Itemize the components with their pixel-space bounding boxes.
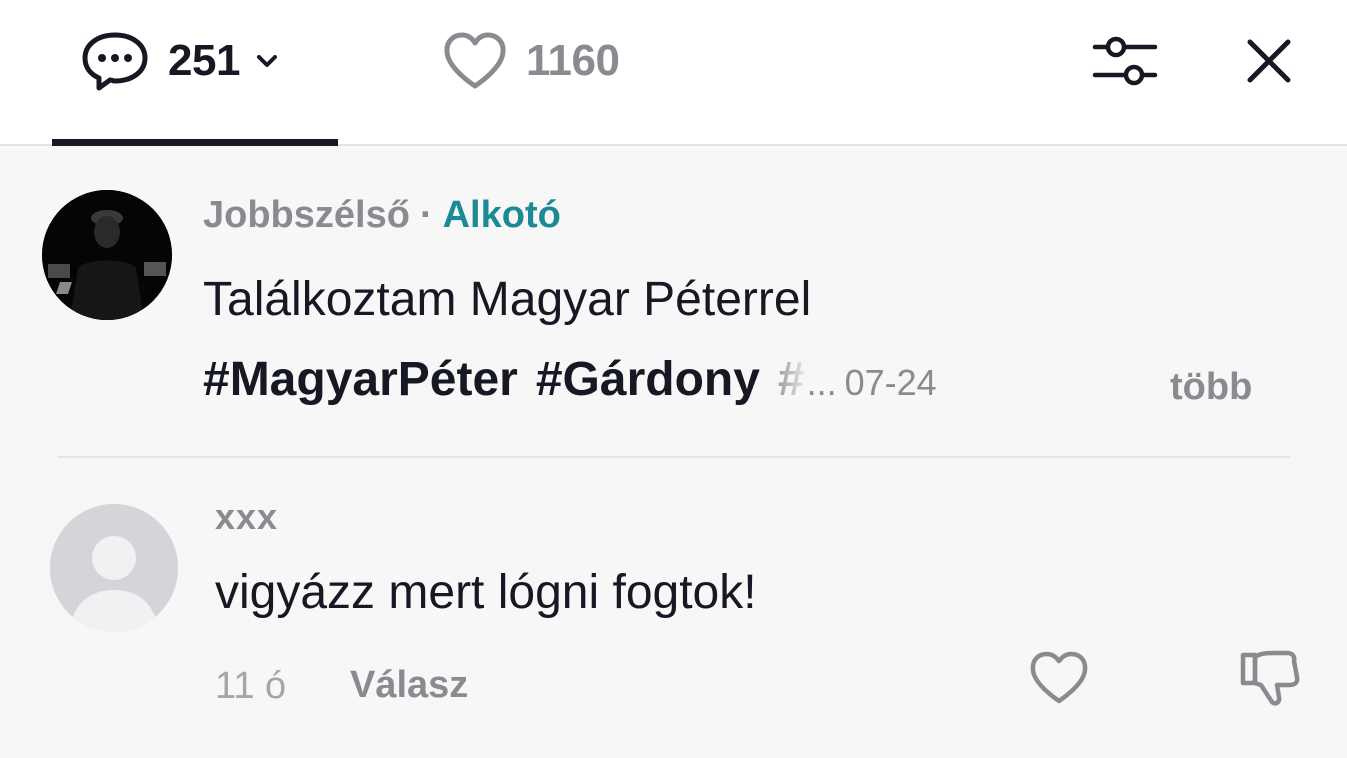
thumbs-down-icon	[1240, 650, 1300, 706]
tab-likes[interactable]: 1160	[442, 24, 620, 98]
hashtag-link[interactable]: #Gárdony	[536, 352, 760, 407]
hashtag-link[interactable]: #MagyarPéter	[203, 352, 518, 407]
author-line: Jobbszélső · Alkotó	[203, 194, 561, 237]
comments-panel: 251 1160 Jobbszélső · Alkotó Találkoztam…	[0, 0, 1347, 758]
author-name[interactable]: xxx	[215, 496, 278, 538]
heart-outline-icon	[442, 31, 508, 91]
reply-button[interactable]: Válasz	[350, 664, 468, 707]
comments-header: 251 1160	[0, 0, 1347, 146]
more-button[interactable]: több	[1170, 366, 1252, 409]
active-tab-indicator	[52, 139, 338, 146]
dislike-button[interactable]	[1234, 646, 1304, 710]
avatar[interactable]	[42, 190, 172, 320]
comment-text: Találkoztam Magyar Péterrel	[203, 273, 812, 326]
chevron-down-icon[interactable]	[256, 54, 278, 68]
separator-dot: ·	[419, 194, 433, 236]
comment-bubble-icon	[80, 30, 150, 92]
comment-date: 07-24	[844, 362, 937, 403]
avatar[interactable]	[50, 504, 178, 632]
hashtag-line: #MagyarPéter #Gárdony # ... 07-24	[203, 352, 937, 407]
default-avatar-icon	[50, 504, 178, 632]
comment-count: 251	[168, 36, 240, 85]
truncation-ellipsis: ...	[806, 362, 837, 403]
sliders-icon	[1092, 36, 1158, 86]
author-name[interactable]: Jobbszélső	[203, 194, 410, 237]
comment-like-button[interactable]	[1026, 648, 1092, 708]
hashtag-link-truncated[interactable]: #	[778, 352, 805, 407]
close-icon	[1247, 39, 1291, 83]
filter-button[interactable]	[1090, 30, 1160, 92]
divider	[58, 456, 1290, 458]
tab-comments[interactable]: 251	[80, 24, 278, 98]
comment-text: vigyázz mert lógni fogtok!	[215, 566, 757, 619]
comment-time: 11 ó	[215, 665, 287, 707]
close-button[interactable]	[1234, 30, 1304, 92]
heart-outline-icon	[1030, 651, 1088, 704]
like-count: 1160	[526, 36, 620, 85]
creator-badge: Alkotó	[442, 194, 561, 236]
